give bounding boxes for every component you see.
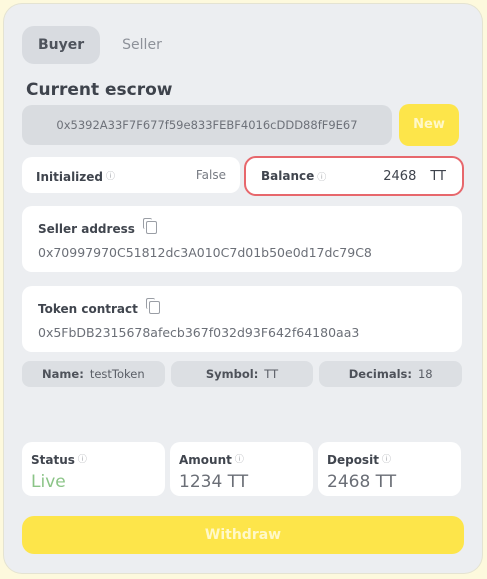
token-decimals-label: Decimals: — [348, 367, 412, 381]
current-escrow-title: Current escrow — [26, 80, 173, 100]
deposit-value: 2468 TT — [327, 472, 397, 492]
seller-address-label: Seller address — [38, 222, 135, 236]
new-escrow-button[interactable]: New — [399, 104, 459, 146]
role-tabs: Buyer Seller — [22, 26, 178, 64]
copy-icon[interactable] — [145, 298, 160, 314]
deposit-label: Deposit — [327, 453, 379, 467]
token-contract-value: 0x5FbDB2315678afecb367f032d93F642f64180a… — [38, 325, 360, 340]
amount-card: Amount ⓘ 1234 TT — [170, 442, 313, 496]
status-label: Status — [31, 453, 75, 467]
token-symbol-value: TT — [264, 367, 279, 381]
balance-label: Balance — [261, 169, 315, 183]
copy-icon[interactable] — [142, 218, 157, 234]
seller-address-card: Seller address 0x70997970C51812dc3A010C7… — [22, 206, 462, 272]
tab-seller[interactable]: Seller — [106, 26, 178, 64]
initialized-value: False — [195, 168, 226, 182]
token-decimals-chip: Decimals: 18 — [319, 361, 463, 387]
status-card: Status ⓘ Live — [22, 442, 165, 496]
status-value: Live — [31, 472, 66, 492]
seller-address-value: 0x70997970C51812dc3A010C7d01b50e0d17dc79… — [38, 245, 372, 260]
balance-field: Balance ⓘ 2468 TT — [244, 156, 464, 196]
help-icon[interactable]: ⓘ — [317, 170, 326, 183]
token-name-chip: Name: testToken — [22, 361, 165, 387]
token-symbol-chip: Symbol: TT — [170, 361, 314, 387]
deposit-card: Deposit ⓘ 2468 TT — [318, 442, 461, 496]
help-icon[interactable]: ⓘ — [106, 172, 115, 182]
withdraw-button[interactable]: Withdraw — [22, 516, 464, 554]
token-contract-card: Token contract 0x5FbDB2315678afecb367f03… — [22, 286, 462, 352]
token-contract-label: Token contract — [38, 302, 138, 316]
escrow-address-input[interactable] — [22, 105, 392, 145]
token-name-label: Name: — [42, 367, 84, 381]
token-info-chips: Name: testToken Symbol: TT Decimals: 18 — [22, 361, 463, 387]
help-icon[interactable]: ⓘ — [235, 455, 244, 465]
help-icon[interactable]: ⓘ — [78, 455, 87, 465]
amount-label: Amount — [179, 453, 232, 467]
help-icon[interactable]: ⓘ — [382, 455, 391, 465]
tab-buyer[interactable]: Buyer — [22, 26, 101, 64]
token-symbol-label: Symbol: — [205, 367, 259, 381]
initialized-label: Initialized — [36, 169, 104, 184]
amount-value: 1234 TT — [179, 472, 249, 492]
token-decimals-value: 18 — [417, 367, 433, 381]
balance-amount: 2468 — [383, 168, 417, 184]
token-name-value: testToken — [89, 367, 145, 381]
initialized-field: Initialized ⓘ False — [22, 157, 240, 193]
balance-symbol: TT — [430, 168, 446, 184]
